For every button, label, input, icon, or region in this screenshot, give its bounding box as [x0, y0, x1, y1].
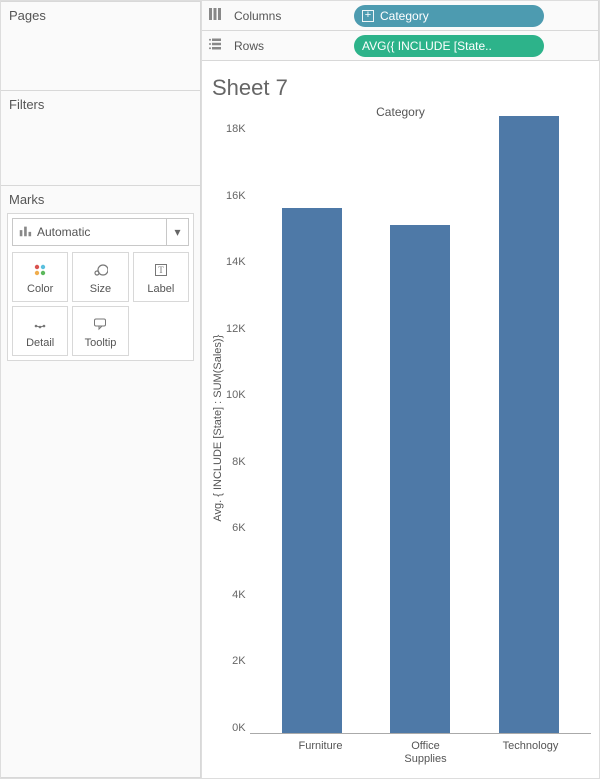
y-tick: 14K	[226, 256, 246, 268]
marks-title: Marks	[9, 192, 194, 207]
mark-type-dropdown[interactable]: Automatic ▾	[12, 218, 189, 246]
bar-office-supplies[interactable]	[390, 225, 450, 733]
x-axis-row: Furniture Office Supplies Technology	[210, 734, 591, 778]
y-axis-title: Avg. { INCLUDE [State] : SUM(Sales)}	[210, 123, 226, 734]
mark-type-label: Automatic	[37, 225, 166, 239]
bar-chart-icon	[13, 224, 37, 241]
columns-label: Columns	[234, 9, 344, 23]
y-tick: 6K	[232, 522, 245, 534]
rows-pill-text: AVG({ INCLUDE [State..	[362, 39, 492, 53]
x-label: Office Supplies	[391, 740, 461, 766]
filters-title: Filters	[9, 97, 194, 112]
mark-size-button[interactable]: Size	[72, 252, 128, 302]
pages-panel[interactable]: Pages	[1, 1, 201, 91]
main-area: Columns + Category Rows AVG({ INCLUDE [S	[201, 1, 599, 778]
y-axis-ticks: 18K 16K 14K 12K 10K 8K 6K 4K 2K 0K	[226, 123, 250, 734]
columns-icon	[206, 7, 224, 24]
sheet-title[interactable]: Sheet 7	[212, 75, 591, 101]
rows-pill-avg[interactable]: AVG({ INCLUDE [State..	[354, 35, 544, 57]
y-tick: 16K	[226, 190, 246, 202]
svg-text:T: T	[158, 265, 164, 275]
marks-panel: Marks Automatic ▾	[1, 186, 201, 778]
text-icon: T	[153, 260, 169, 280]
y-tick: 8K	[232, 456, 245, 468]
y-tick: 0K	[232, 722, 245, 734]
columns-pill-category[interactable]: + Category	[354, 5, 544, 27]
x-label: Technology	[496, 740, 566, 766]
x-axis-labels: Furniture Office Supplies Technology	[260, 734, 591, 778]
left-sidebar: Pages Filters Marks Automatic ▾	[1, 1, 201, 778]
mark-tooltip-label: Tooltip	[85, 337, 117, 349]
chevron-down-icon[interactable]: ▾	[166, 219, 188, 245]
mark-color-label: Color	[27, 283, 53, 295]
mark-label-button[interactable]: T Label	[133, 252, 189, 302]
y-tick: 2K	[232, 655, 245, 667]
app-root: Pages Filters Marks Automatic ▾	[0, 0, 600, 779]
mark-label-label: Label	[147, 283, 174, 295]
x-label: Furniture	[286, 740, 356, 766]
pages-title: Pages	[9, 8, 194, 23]
marks-grid: Color Size	[12, 252, 189, 356]
expand-icon[interactable]: +	[362, 10, 374, 22]
rows-icon	[206, 37, 224, 54]
bar-technology[interactable]	[499, 116, 559, 732]
filters-panel[interactable]: Filters	[1, 91, 201, 186]
columns-pill-text: Category	[380, 9, 429, 23]
bar-furniture[interactable]	[282, 208, 342, 733]
tooltip-icon	[92, 314, 108, 334]
marks-card: Automatic ▾ Color	[7, 213, 194, 361]
rows-shelf[interactable]: Rows AVG({ INCLUDE [State..	[202, 31, 599, 61]
y-tick: 10K	[226, 389, 246, 401]
mark-tooltip-button[interactable]: Tooltip	[72, 306, 128, 356]
visualization-pane: Sheet 7 Category Avg. { INCLUDE [State] …	[202, 61, 599, 778]
mark-detail-label: Detail	[26, 337, 54, 349]
mark-detail-button[interactable]: Detail	[12, 306, 68, 356]
size-icon	[92, 260, 108, 280]
y-tick: 12K	[226, 323, 246, 335]
chart-area: Avg. { INCLUDE [State] : SUM(Sales)} 18K…	[210, 123, 591, 734]
y-tick: 18K	[226, 123, 246, 135]
y-tick: 4K	[232, 589, 245, 601]
plot-area[interactable]	[250, 123, 591, 734]
rows-label: Rows	[234, 39, 344, 53]
detail-icon	[32, 314, 48, 334]
color-icon	[32, 260, 48, 280]
mark-color-button[interactable]: Color	[12, 252, 68, 302]
mark-size-label: Size	[90, 283, 111, 295]
columns-shelf[interactable]: Columns + Category	[202, 1, 599, 31]
